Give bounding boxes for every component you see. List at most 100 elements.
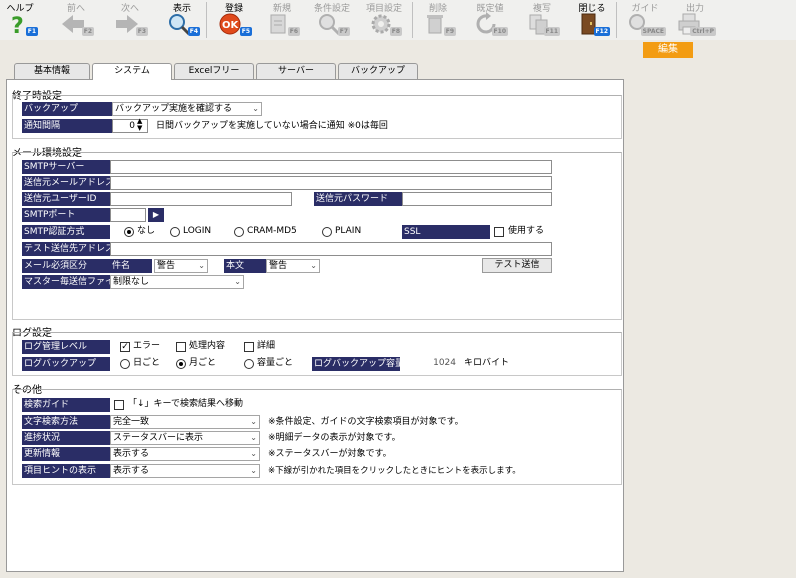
log-level-process-checkbox[interactable] bbox=[176, 342, 186, 352]
log-level-label: ログ管理レベル bbox=[22, 340, 110, 354]
chevron-down-icon: ⌄ bbox=[310, 261, 317, 270]
test-address-label: テスト送信先アドレス bbox=[22, 242, 110, 256]
hint-display-select-value: 表示する bbox=[113, 466, 150, 476]
delete-button[interactable]: 削除 F9 bbox=[418, 0, 458, 40]
search-guide-label: 検索ガイド bbox=[22, 398, 110, 412]
test-address-input[interactable] bbox=[110, 242, 552, 256]
text-search-label: 文字検索方法 bbox=[22, 415, 110, 429]
f11-key-badge: F11 bbox=[543, 27, 560, 36]
copy-button[interactable]: 複写 F11 bbox=[522, 0, 562, 40]
from-user-label: 送信元ユーザーID bbox=[22, 192, 110, 206]
smtp-port-input[interactable] bbox=[110, 208, 146, 222]
test-send-button[interactable]: テスト送信 bbox=[482, 258, 552, 273]
ssl-checkbox[interactable] bbox=[494, 227, 504, 237]
master-file-select[interactable]: 制限なし ⌄ bbox=[110, 275, 244, 289]
f5-key-badge: F5 bbox=[239, 27, 252, 36]
toolbar: ヘルプ ? F1 前へ F2 次へ F3 表示 F4 登録 OK F5 新規 F… bbox=[0, 0, 796, 40]
mail-section: メール環境設定 SMTPサーバー 送信元メールアドレス 送信元ユーザーID 送信… bbox=[12, 144, 622, 320]
smtp-auth-label: SMTP認証方式 bbox=[22, 225, 110, 239]
f2-key-badge: F2 bbox=[81, 27, 94, 36]
auth-radio-login[interactable] bbox=[170, 227, 180, 237]
progress-label: 進捗状況 bbox=[22, 431, 110, 445]
notify-interval-input[interactable]: 0 bbox=[112, 119, 148, 133]
svg-text:?: ? bbox=[11, 14, 24, 36]
new-button[interactable]: 新規 F6 bbox=[262, 0, 302, 40]
next-button[interactable]: 次へ F3 bbox=[110, 0, 150, 40]
default-button[interactable]: 既定値 F10 bbox=[470, 0, 510, 40]
backup-select[interactable]: バックアップ実施を確認する ⌄ bbox=[112, 102, 262, 116]
chevron-down-icon: ⌄ bbox=[252, 104, 259, 113]
master-file-select-value: 制限なし bbox=[113, 277, 150, 287]
log-backup-monthly: 月ごと bbox=[189, 358, 217, 368]
text-search-select[interactable]: 完全一致 ⌄ bbox=[110, 415, 260, 429]
log-level-error-checkbox[interactable]: ✓ bbox=[120, 342, 130, 352]
log-capacity-value[interactable]: 1024 bbox=[400, 356, 456, 370]
condition-button[interactable]: 条件設定 F7 bbox=[312, 0, 352, 40]
backup-select-value: バックアップ実施を確認する bbox=[115, 104, 233, 114]
ssl-use-text: 使用する bbox=[508, 226, 545, 236]
chevron-down-icon: ⌄ bbox=[234, 277, 241, 286]
smtp-server-input[interactable] bbox=[110, 160, 552, 174]
log-capacity-unit: キロバイト bbox=[464, 358, 510, 368]
close-button[interactable]: 閉じる F12 bbox=[572, 0, 612, 40]
log-backup-monthly-radio[interactable] bbox=[176, 359, 186, 369]
log-level-process: 処理内容 bbox=[189, 341, 226, 351]
tab-server[interactable]: サーバー bbox=[256, 63, 336, 79]
tab-excel-free[interactable]: Excelフリー bbox=[174, 63, 254, 79]
auth-option-plain: PLAIN bbox=[335, 226, 362, 236]
notify-interval-note: 日間バックアップを実施していない場合に通知 ※0は毎回 bbox=[156, 121, 388, 131]
update-info-select-value: 表示する bbox=[113, 449, 150, 459]
progress-note: ※明細データの表示が対象です。 bbox=[268, 433, 401, 443]
progress-select-value: ステータスバーに表示 bbox=[113, 433, 204, 443]
tab-backup[interactable]: バックアップ bbox=[338, 63, 418, 79]
text-search-select-value: 完全一致 bbox=[113, 417, 150, 427]
update-info-note: ※ステータスバーが対象です。 bbox=[268, 449, 392, 459]
spin-arrows-icon[interactable]: ▲ ▼ bbox=[137, 118, 142, 132]
prev-button[interactable]: 前へ F2 bbox=[56, 0, 96, 40]
hint-display-select[interactable]: 表示する ⌄ bbox=[110, 464, 260, 478]
other-section: その他 検索ガイド 「↓」キーで検索結果へ移動 文字検索方法 完全一致 ⌄ ※条件… bbox=[12, 381, 622, 485]
from-user-input[interactable] bbox=[110, 192, 292, 206]
auth-radio-none[interactable] bbox=[124, 227, 134, 237]
f10-key-badge: F10 bbox=[491, 27, 508, 36]
log-level-detail-checkbox[interactable] bbox=[244, 342, 254, 352]
from-address-input[interactable] bbox=[110, 176, 552, 190]
guide-button[interactable]: ガイド SPACE bbox=[622, 0, 668, 40]
mail-required-label: メール必須区分 bbox=[22, 259, 110, 273]
show-button[interactable]: 表示 F4 bbox=[162, 0, 202, 40]
f6-key-badge: F6 bbox=[287, 27, 300, 36]
from-password-input[interactable] bbox=[402, 192, 552, 206]
auth-radio-cram-md5[interactable] bbox=[234, 227, 244, 237]
body-select[interactable]: 警告 ⌄ bbox=[266, 259, 320, 273]
auth-option-none: なし bbox=[137, 226, 156, 236]
log-level-detail: 詳細 bbox=[257, 341, 276, 351]
play-icon[interactable]: ▶ bbox=[148, 208, 164, 222]
log-backup-size-radio[interactable] bbox=[244, 359, 254, 369]
hint-display-label: 項目ヒントの表示 bbox=[22, 464, 110, 478]
tab-system[interactable]: システム bbox=[92, 63, 172, 80]
help-button[interactable]: ヘルプ ? F1 bbox=[0, 0, 40, 40]
log-backup-daily-radio[interactable] bbox=[120, 359, 130, 369]
tab-basic-info[interactable]: 基本情報 bbox=[14, 63, 90, 79]
item-setting-button[interactable]: 項目設定 F8 bbox=[364, 0, 404, 40]
auth-radio-plain[interactable] bbox=[322, 227, 332, 237]
log-section: ログ設定 ログ管理レベル ✓ エラー 処理内容 詳細 ログバックアップ 日ごと … bbox=[12, 324, 622, 376]
log-capacity-label: ログバックアップ容量 bbox=[312, 357, 400, 371]
f3-key-badge: F3 bbox=[135, 27, 148, 36]
output-button[interactable]: 出力 Ctrl+P bbox=[672, 0, 718, 40]
search-guide-checkbox[interactable] bbox=[114, 400, 124, 410]
subject-select[interactable]: 警告 ⌄ bbox=[154, 259, 208, 273]
ctrl-p-key-badge: Ctrl+P bbox=[690, 27, 716, 36]
toolbar-separator bbox=[616, 2, 617, 38]
subject-label: 件名 bbox=[110, 259, 152, 273]
chevron-down-icon: ⌄ bbox=[250, 433, 257, 442]
update-info-select[interactable]: 表示する ⌄ bbox=[110, 447, 260, 461]
progress-select[interactable]: ステータスバーに表示 ⌄ bbox=[110, 431, 260, 445]
edit-mode-badge: 編集 bbox=[643, 42, 693, 58]
notify-interval-label: 通知間隔 bbox=[22, 119, 112, 133]
body-label: 本文 bbox=[224, 259, 266, 273]
chevron-down-icon: ⌄ bbox=[250, 466, 257, 475]
update-info-label: 更新情報 bbox=[22, 447, 110, 461]
register-button[interactable]: 登録 OK F5 bbox=[214, 0, 254, 40]
log-backup-size: 容量ごと bbox=[257, 358, 294, 368]
